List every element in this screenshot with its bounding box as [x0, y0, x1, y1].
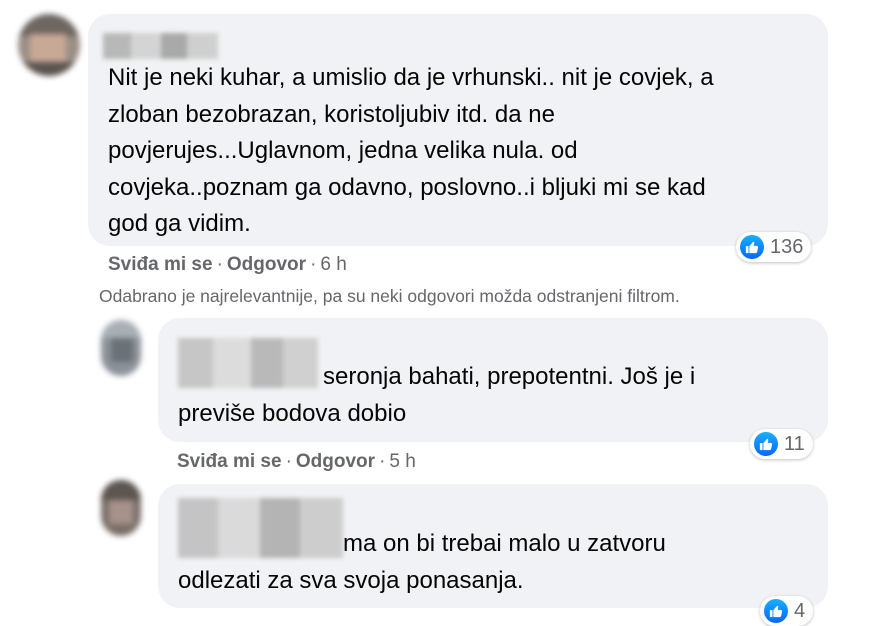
reaction-count: 136 — [770, 235, 804, 258]
separator: · — [216, 254, 223, 275]
reply-button[interactable]: Odgovor — [296, 451, 375, 472]
comment-text-line: covjeka..poznam ga odavno, poslovno..i b… — [108, 173, 706, 201]
comment-text: Nit je neki kuhar, a umislio da je vrhun… — [108, 60, 714, 243]
comment-actions: Sviđa mi se · Odgovor · 6 h — [108, 254, 347, 276]
separator: · — [285, 451, 292, 472]
reply-text-line: odlezati za sva svoja ponasanja. — [178, 566, 524, 594]
reaction-count: 11 — [784, 432, 805, 455]
reaction-summary[interactable]: 4 — [760, 596, 814, 626]
reply-avatar[interactable] — [101, 320, 141, 376]
timestamp-link[interactable]: 6 h — [320, 254, 346, 275]
reply-button[interactable]: Odgovor — [227, 254, 306, 275]
like-button[interactable]: Sviđa mi se — [108, 254, 213, 275]
separator: · — [310, 254, 317, 275]
like-thumb-icon — [740, 235, 764, 259]
reaction-summary[interactable]: 11 — [750, 429, 813, 459]
reaction-summary[interactable]: 136 — [736, 232, 812, 262]
timestamp-link[interactable]: 5 h — [389, 451, 415, 472]
reply-avatar[interactable] — [101, 480, 141, 536]
reply-text-line: seronja bahati, prepotentni. Još je i — [323, 363, 696, 390]
commenter-avatar[interactable] — [18, 14, 80, 76]
reply-text: seronja bahati, prepotentni. Još je i pr… — [178, 359, 695, 432]
comment-text-line: zloban bezobrazan, koristoljubiv itd. da… — [108, 100, 555, 128]
like-thumb-icon — [754, 432, 778, 456]
comment-text-line: god ga vidim. — [108, 210, 251, 237]
separator: · — [379, 451, 386, 472]
like-button[interactable]: Sviđa mi se — [177, 451, 282, 472]
reaction-count: 4 — [794, 599, 806, 622]
reply-text: ma on bi trebai malo u zatvoru odlezati … — [178, 526, 666, 599]
commenter-name-redacted[interactable] — [103, 33, 218, 59]
reply-actions: Sviđa mi se · Odgovor · 5 h — [177, 451, 416, 473]
comment-text-line: povjerujes...Uglavnom, jedna velika nula… — [108, 137, 578, 164]
reply-text-line: ma on bi trebai malo u zatvoru — [343, 530, 666, 557]
comment-text-line: Nit je neki kuhar, a umislio da je vrhun… — [108, 64, 714, 91]
reply-text-line: previše bodova dobio — [178, 399, 407, 427]
filter-notice: Odabrano je najrelevantnije, pa su neki … — [99, 286, 680, 306]
like-thumb-icon — [764, 599, 788, 623]
